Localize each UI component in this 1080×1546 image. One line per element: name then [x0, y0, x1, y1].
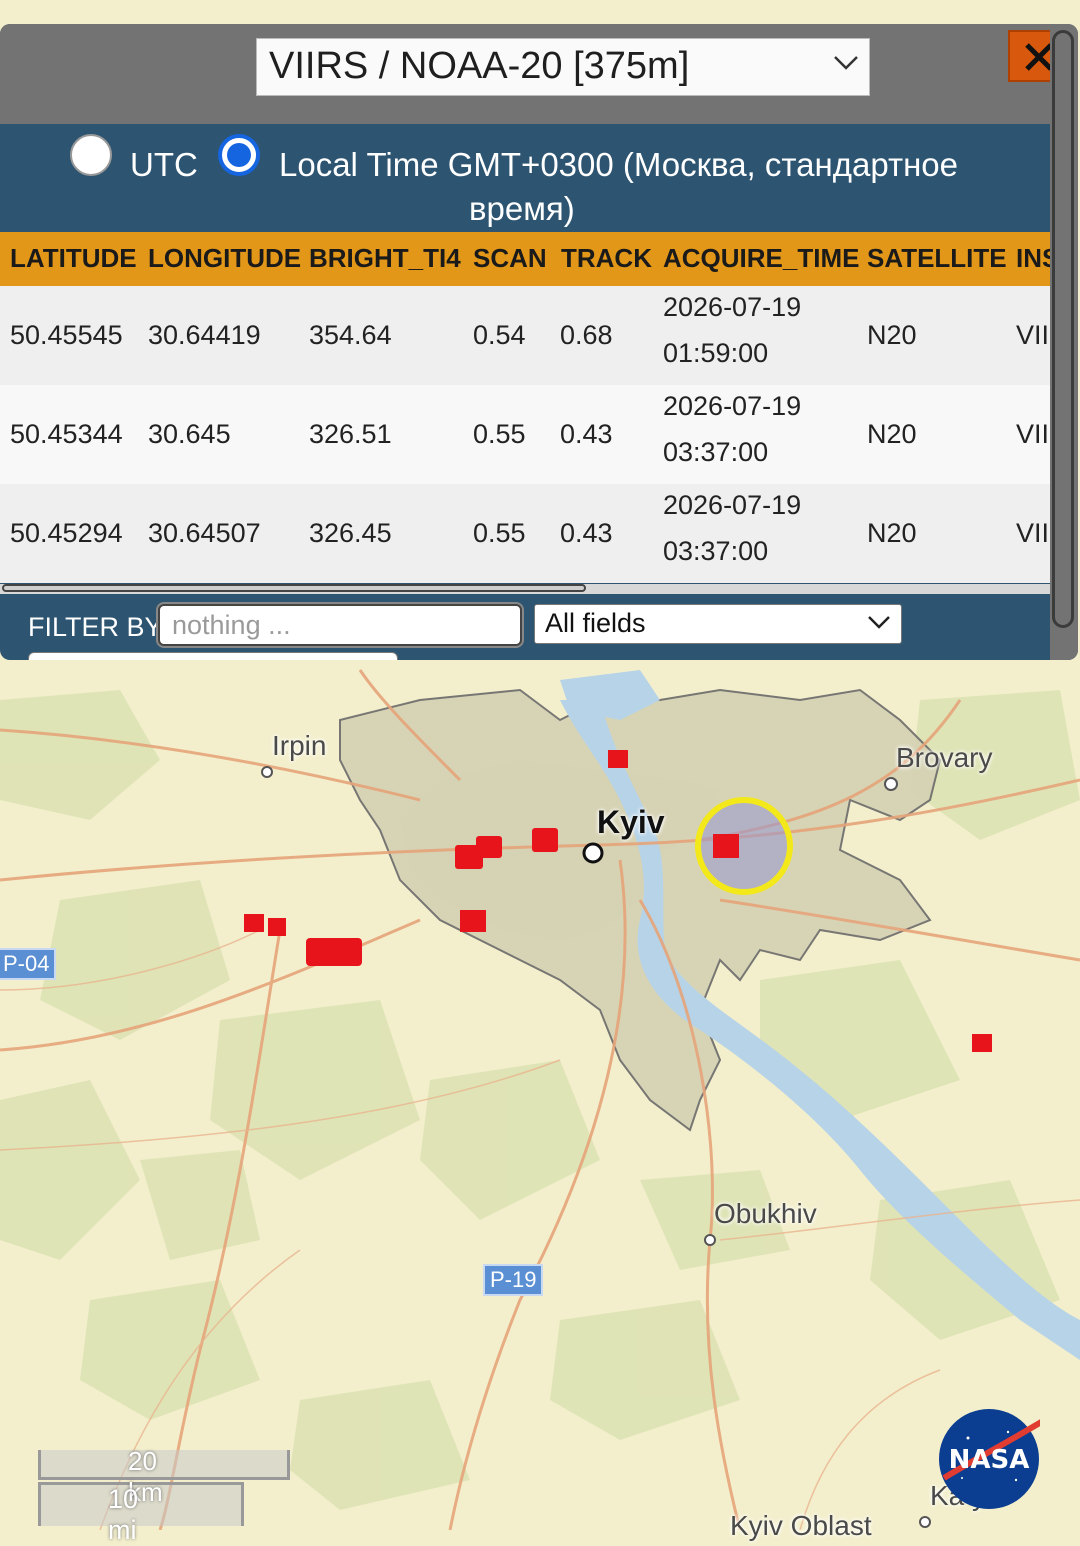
utc-label: UTC: [130, 146, 198, 183]
filter-label: FILTER BY: [28, 612, 163, 642]
cell-bright: 354.64: [309, 320, 392, 350]
cell-acquire-date: 2026-07-19: [663, 391, 802, 421]
col-scan[interactable]: SCAN: [473, 243, 547, 274]
cell-longitude: 30.64419: [148, 320, 261, 350]
cell-scan: 0.55: [473, 419, 526, 449]
map-label-brovary: Brovary: [896, 742, 993, 773]
filter-field-value: All fields: [545, 608, 646, 638]
cell-latitude: 50.45545: [10, 320, 123, 350]
popup-vertical-scrollbar[interactable]: [1050, 24, 1078, 660]
table-header: LATITUDE LONGITUDE BRIGHT_TI4 SCAN TRACK…: [0, 232, 1052, 286]
cell-instrument: VII: [1016, 518, 1050, 548]
col-acquire-time[interactable]: ACQUIRE_TIME: [663, 243, 859, 274]
cell-acquire-date: 2026-07-19: [663, 490, 802, 520]
local-time-radio[interactable]: [218, 134, 260, 176]
chevron-down-icon: [868, 616, 890, 629]
cell-acquire-time: 01:59:00: [663, 338, 769, 368]
table-row[interactable]: 50.45545 30.64419 354.64 0.54 0.68 2026-…: [0, 286, 1052, 385]
satellite-select-value: VIIRS / NOAA-20 [375m]: [269, 45, 690, 87]
map-label-kyiv: Kyiv: [597, 804, 665, 840]
table-horizontal-scrollbar[interactable]: [0, 584, 1052, 594]
col-latitude[interactable]: LATITUDE: [10, 243, 137, 274]
utc-radio[interactable]: [70, 134, 112, 176]
timezone-selector: UTC Local Time GMT+0300 (Москва, стандар…: [0, 124, 1052, 232]
cell-acquire-time: 03:37:00: [663, 536, 769, 566]
local-time-label-cont: время): [469, 190, 575, 227]
svg-text:NASA: NASA: [949, 1445, 1030, 1475]
col-bright-ti4[interactable]: BRIGHT_TI4: [309, 243, 461, 274]
scale-mi: 10 mi: [108, 1484, 139, 1545]
cell-scan: 0.55: [473, 518, 526, 548]
cell-latitude: 50.45344: [10, 419, 123, 449]
cell-satellite: N20: [867, 419, 917, 449]
cell-acquire-time: 03:37:00: [663, 437, 769, 467]
filter-field-select[interactable]: All fields: [534, 604, 902, 644]
local-time-label: Local Time GMT+0300 (Москва, стандартное: [279, 146, 958, 183]
popup-header: VIIRS / NOAA-20 [375m]: [0, 24, 1052, 124]
cell-satellite: N20: [867, 320, 917, 350]
filter-input[interactable]: nothing ...: [158, 604, 522, 646]
cell-satellite: N20: [867, 518, 917, 548]
table-row[interactable]: 50.45344 30.645 326.51 0.55 0.43 2026-07…: [0, 385, 1052, 484]
cell-instrument: VII: [1016, 419, 1050, 449]
filter-placeholder: nothing ...: [172, 610, 291, 640]
satellite-select[interactable]: VIIRS / NOAA-20 [375m]: [256, 38, 870, 96]
horizontal-scroll-thumb[interactable]: [2, 584, 586, 592]
cell-track: 0.68: [560, 320, 613, 350]
nasa-logo[interactable]: NASA: [938, 1408, 1050, 1510]
cell-bright: 326.45: [309, 518, 392, 548]
cell-longitude: 30.64507: [148, 518, 261, 548]
col-satellite[interactable]: SATELLITE: [867, 243, 1007, 274]
col-instrument[interactable]: INS: [1016, 243, 1052, 274]
table-row[interactable]: 50.45294 30.64507 326.45 0.55 0.43 2026-…: [0, 484, 1052, 583]
map-label-obukhiv: Obukhiv: [714, 1198, 817, 1229]
fire-table-body: 50.45545 30.64419 354.64 0.54 0.68 2026-…: [0, 286, 1052, 584]
cell-acquire-date: 2026-07-19: [663, 292, 802, 322]
map-label-irpin: Irpin: [272, 730, 327, 761]
kyiv-marker: [582, 842, 604, 864]
col-longitude[interactable]: LONGITUDE: [148, 243, 301, 274]
selection-ring: [695, 797, 793, 895]
road-shield-p04: P-04: [0, 948, 57, 980]
cell-longitude: 30.645: [148, 419, 231, 449]
cell-bright: 326.51: [309, 419, 392, 449]
fire-info-popup: VIIRS / NOAA-20 [375m] UTC Local Time GM…: [0, 24, 1078, 660]
cell-instrument: VII: [1016, 320, 1050, 350]
map-label-kyiv-oblast: Kyiv Oblast: [730, 1510, 872, 1541]
vertical-scroll-thumb[interactable]: [1052, 30, 1074, 628]
road-shield-p19: P-19: [483, 1264, 544, 1296]
cell-track: 0.43: [560, 419, 613, 449]
cell-track: 0.43: [560, 518, 613, 548]
col-track[interactable]: TRACK: [561, 243, 652, 274]
chevron-down-icon: [834, 56, 858, 70]
cell-latitude: 50.45294: [10, 518, 123, 548]
cell-scan: 0.54: [473, 320, 526, 350]
partial-select-control[interactable]: [28, 652, 398, 660]
